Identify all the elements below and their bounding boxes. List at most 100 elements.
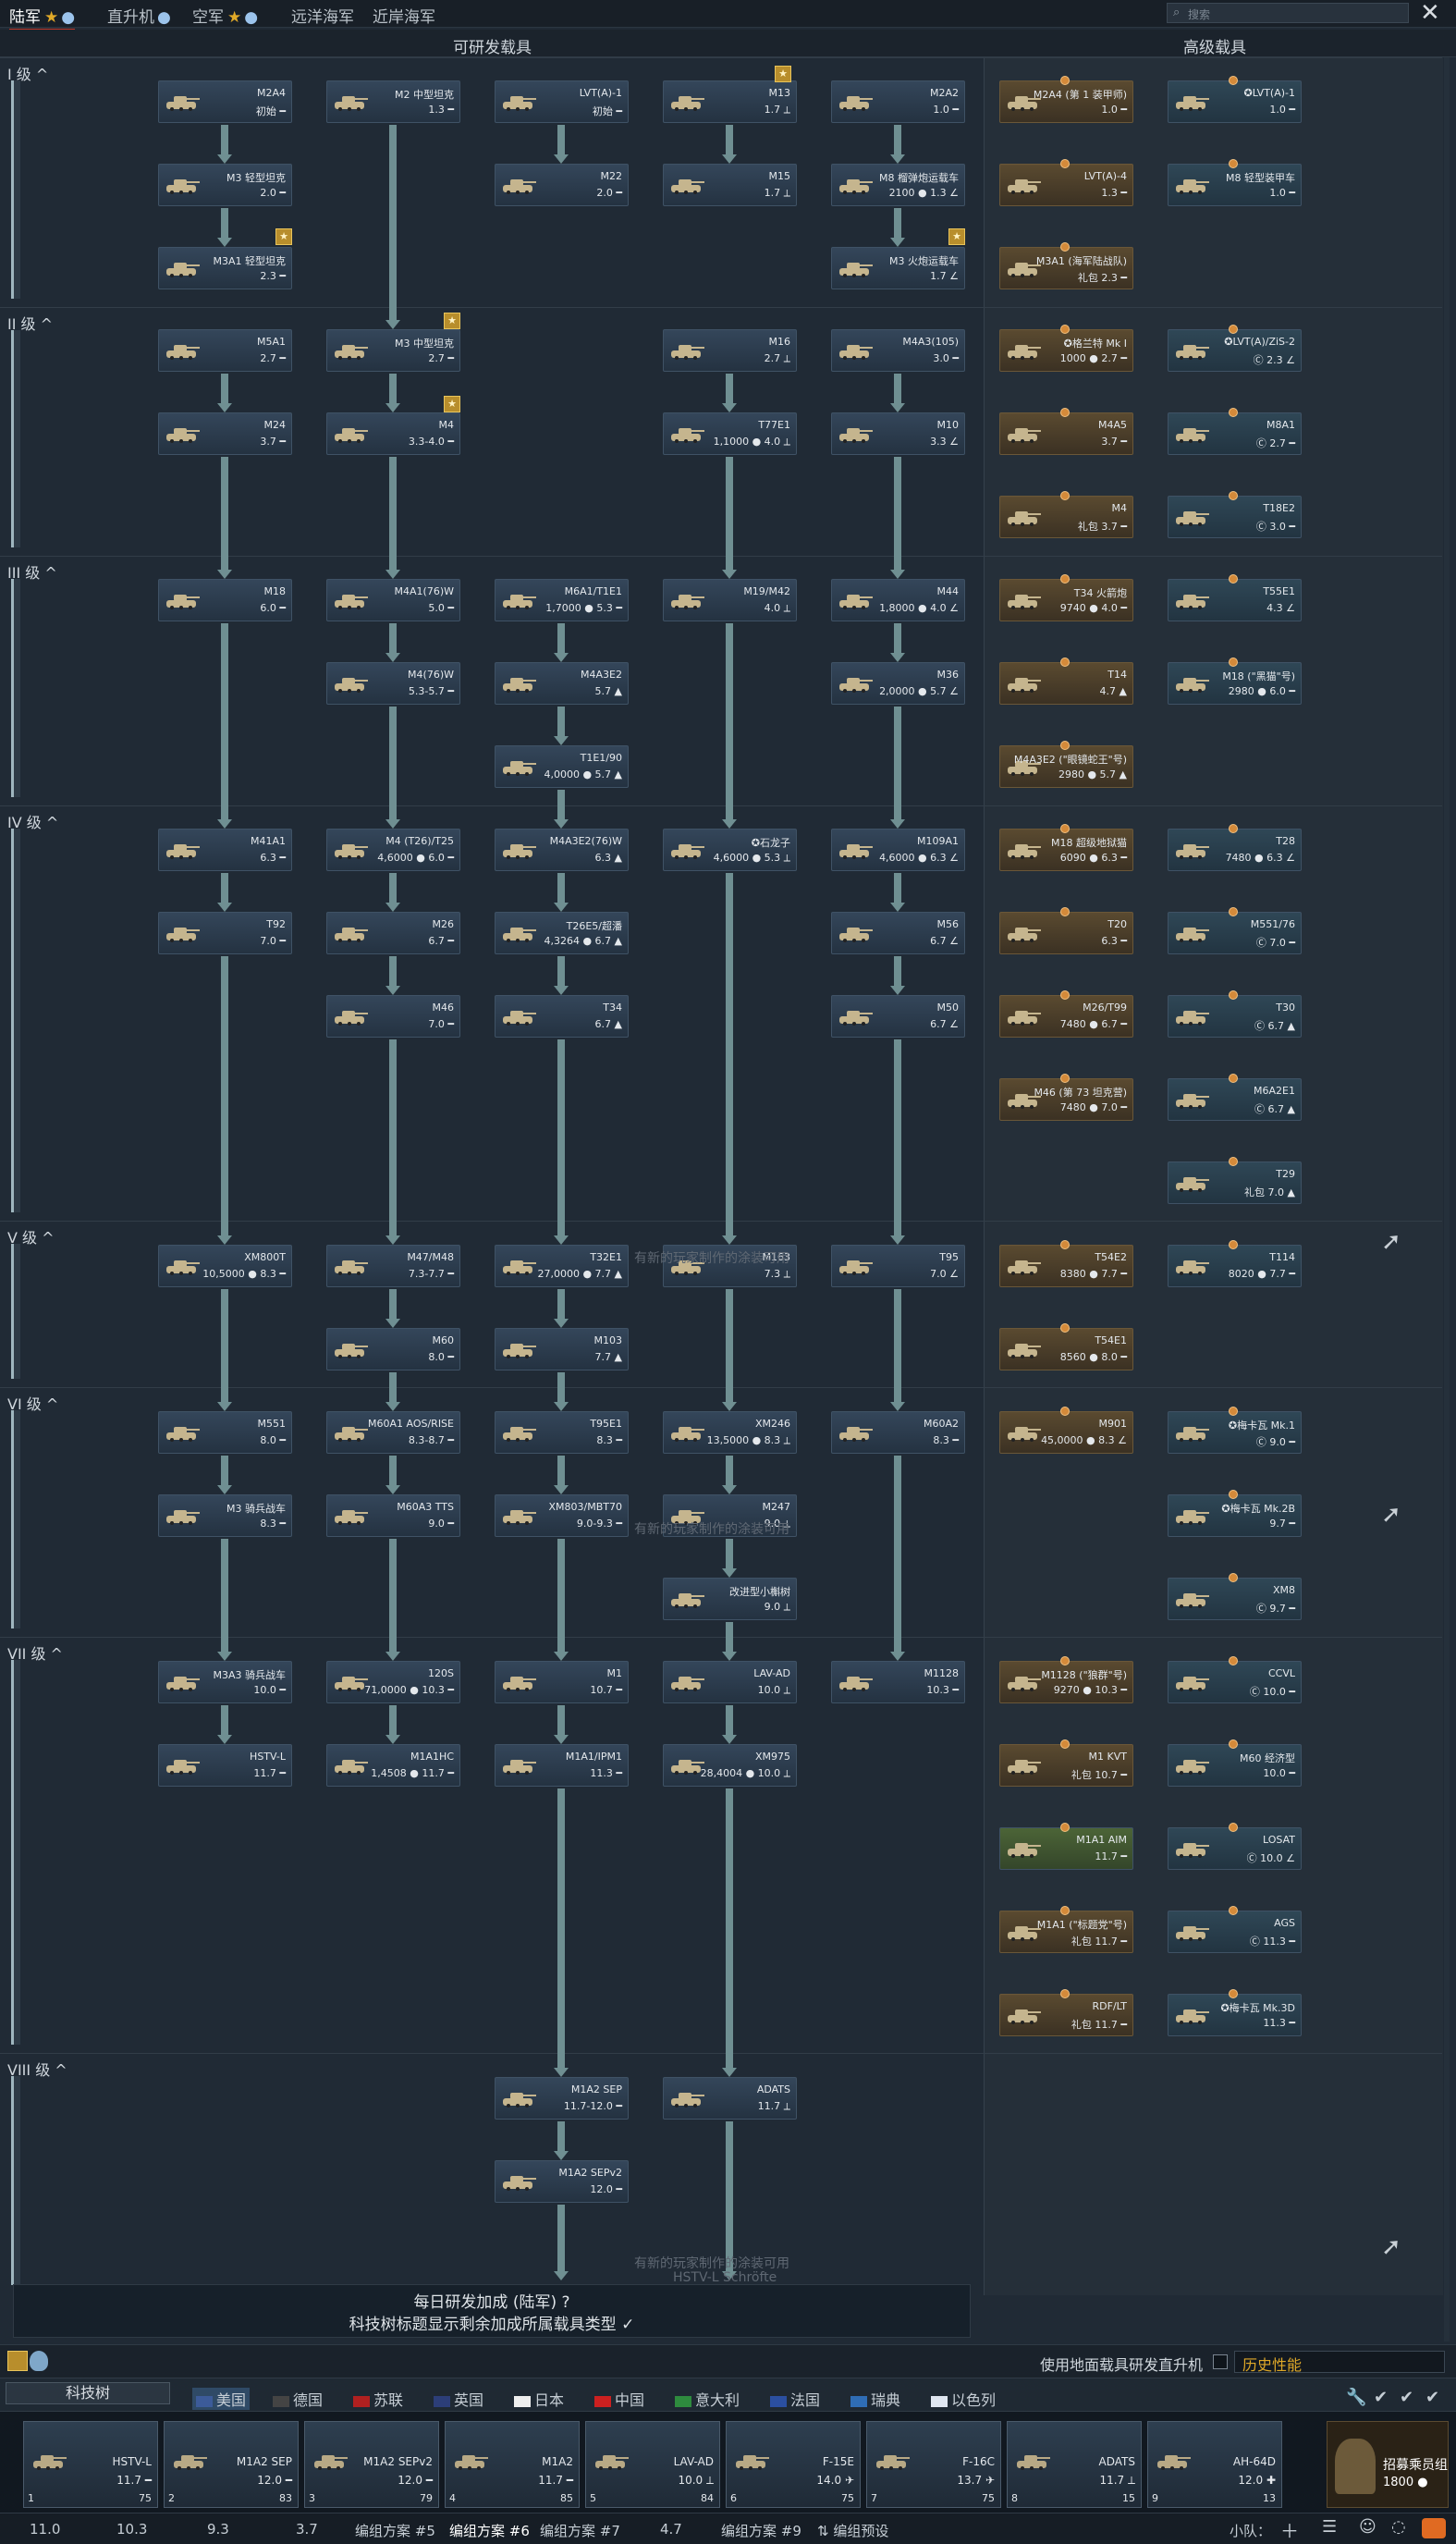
vehicle-card[interactable]: M3A1 (海军陆战队) 礼包 2.3 ━ bbox=[999, 247, 1133, 289]
vehicle-card[interactable]: M551/76 Ⓒ 7.0 ━ bbox=[1168, 912, 1302, 954]
vehicle-card[interactable]: T18E2 Ⓒ 3.0 ━ bbox=[1168, 496, 1302, 538]
vehicle-card[interactable]: M1A1HC 1,4508 ● 11.7 ━ bbox=[326, 1744, 460, 1787]
performance-select[interactable]: 历史性能 bbox=[1234, 2351, 1445, 2374]
close-icon[interactable]: ✕ bbox=[1420, 0, 1440, 27]
vehicle-card[interactable]: M60 8.0 ━ bbox=[326, 1328, 460, 1370]
vehicle-card[interactable]: ✪梅卡瓦 Mk.2B 9.7 ━ bbox=[1168, 1494, 1302, 1537]
vehicle-card[interactable]: AGS Ⓒ 11.3 ━ bbox=[1168, 1911, 1302, 1953]
vehicle-card[interactable]: M3A1 轻型坦克 2.3 ━ bbox=[158, 247, 292, 289]
vehicle-card[interactable]: M2A4 (第 1 装甲师) 1.0 ━ bbox=[999, 80, 1133, 123]
plus-icon[interactable]: ＋ bbox=[1280, 2516, 1299, 2543]
vehicle-card[interactable]: XM975 28,4004 ● 10.0 ⟂ bbox=[663, 1744, 797, 1787]
vehicle-card[interactable]: M1 10.7 ━ bbox=[495, 1661, 629, 1703]
vehicle-card[interactable]: ADATS 11.7 ⟂ bbox=[663, 2077, 797, 2120]
nation-tab[interactable]: 瑞典 bbox=[850, 2388, 900, 2410]
search-input[interactable]: ⌕ 搜索 bbox=[1167, 3, 1409, 23]
nation-tab[interactable]: 中国 bbox=[594, 2388, 644, 2410]
nation-tab[interactable]: 以色列 bbox=[931, 2388, 996, 2410]
vehicle-card[interactable]: T14 4.7 ▲ bbox=[999, 662, 1133, 705]
vehicle-card[interactable]: T95 7.0 ∠ bbox=[831, 1245, 965, 1287]
vehicle-card[interactable]: LOSAT Ⓒ 10.0 ∠ bbox=[1168, 1827, 1302, 1870]
nation-tab[interactable]: 法国 bbox=[770, 2388, 820, 2410]
vehicle-card[interactable]: M8 榴弹炮运载车 2100 ● 1.3 ∠ bbox=[831, 164, 965, 206]
crew-slot[interactable]: M1A2 11.7 ━ 4 85 bbox=[445, 2421, 580, 2508]
preset-tab[interactable]: 4.7 bbox=[660, 2521, 682, 2538]
vehicle-card[interactable]: M6A1/T1E1 1,7000 ● 5.3 ━ bbox=[495, 579, 629, 621]
vehicle-card[interactable]: M1A1 ("标题党"号) 礼包 11.7 ━ bbox=[999, 1911, 1133, 1953]
vehicle-card[interactable]: ✪LVT(A)/ZiS-2 Ⓒ 2.3 ∠ bbox=[1168, 329, 1302, 372]
vehicle-card[interactable]: T95E1 8.3 ━ bbox=[495, 1411, 629, 1454]
vehicle-card[interactable]: M6A2E1 Ⓒ 6.7 ▲ bbox=[1168, 1078, 1302, 1121]
tab-ground[interactable]: 陆军 ★ ● bbox=[9, 4, 76, 31]
crew-slot[interactable]: M1A2 SEPv2 12.0 ━ 3 79 bbox=[304, 2421, 439, 2508]
vehicle-card[interactable]: T20 6.3 ━ bbox=[999, 912, 1133, 954]
vehicle-card[interactable]: T29 礼包 7.0 ▲ bbox=[1168, 1161, 1302, 1204]
preset-tab[interactable]: ⇅ 编组预设 bbox=[817, 2521, 888, 2540]
vehicle-card[interactable]: M3A3 骑兵战车 10.0 ━ bbox=[158, 1661, 292, 1703]
vehicle-card[interactable]: M1A1/IPM1 11.3 ━ bbox=[495, 1744, 629, 1787]
preset-tab[interactable]: 编组方案 #5 bbox=[355, 2521, 435, 2540]
vehicle-card[interactable]: ✪格兰特 Mk I 1000 ● 2.7 ━ bbox=[999, 329, 1133, 372]
vehicle-card[interactable]: M46 7.0 ━ bbox=[326, 995, 460, 1038]
vehicle-card[interactable]: XM803/MBT70 9.0-9.3 ━ bbox=[495, 1494, 629, 1537]
chat-icon[interactable]: ◌ bbox=[1391, 2517, 1406, 2537]
check-icon[interactable]: ✔ bbox=[1425, 2388, 1439, 2407]
vehicle-card[interactable]: M1 KVT 礼包 10.7 ━ bbox=[999, 1744, 1133, 1787]
preset-tab[interactable]: 11.0 bbox=[30, 2521, 60, 2538]
vehicle-card[interactable]: M56 6.7 ∠ bbox=[831, 912, 965, 954]
nation-tab[interactable]: 日本 bbox=[514, 2388, 564, 2410]
vehicle-card[interactable]: M2 中型坦克 1.3 ━ bbox=[326, 80, 460, 123]
vehicle-card[interactable]: M3 轻型坦克 2.0 ━ bbox=[158, 164, 292, 206]
vehicle-card[interactable]: M19/M42 4.0 ⟂ bbox=[663, 579, 797, 621]
crew-slot[interactable]: F-16C 13.7 ✈ 7 75 bbox=[866, 2421, 1001, 2508]
vehicle-card[interactable]: M1A2 SEP 11.7-12.0 ━ bbox=[495, 2077, 629, 2120]
crew-slot[interactable]: M1A2 SEP 12.0 ━ 2 83 bbox=[164, 2421, 299, 2508]
tab-aviation[interactable]: 空军 ★ ● bbox=[192, 4, 258, 27]
nation-tab[interactable]: 美国 bbox=[192, 2388, 251, 2410]
vehicle-card[interactable]: XM8 Ⓒ 9.7 ━ bbox=[1168, 1578, 1302, 1620]
vehicle-card[interactable]: M41A1 6.3 ━ bbox=[158, 829, 292, 871]
vehicle-card[interactable]: M5A1 2.7 ━ bbox=[158, 329, 292, 372]
vehicle-card[interactable]: T54E2 8380 ● 7.7 ━ bbox=[999, 1245, 1133, 1287]
vehicle-card[interactable]: RDF/LT 礼包 11.7 ━ bbox=[999, 1994, 1133, 2036]
vehicle-card[interactable]: M8 轻型装甲车 1.0 ━ bbox=[1168, 164, 1302, 206]
vehicle-card[interactable]: ✪梅卡瓦 Mk.3D 11.3 ━ bbox=[1168, 1994, 1302, 2036]
vehicle-card[interactable]: LVT(A)-1 初始 ━ bbox=[495, 80, 629, 123]
vehicle-card[interactable]: ✪梅卡瓦 Mk.1 Ⓒ 9.0 ━ bbox=[1168, 1411, 1302, 1454]
vehicle-card[interactable]: M4A3E2 5.7 ▲ bbox=[495, 662, 629, 705]
vehicle-card[interactable]: M109A1 4,6000 ● 6.3 ∠ bbox=[831, 829, 965, 871]
vehicle-card[interactable]: M4 礼包 3.7 ━ bbox=[999, 496, 1133, 538]
friends-icon[interactable]: ☺ bbox=[1359, 2517, 1376, 2537]
vehicle-card[interactable]: M1128 10.3 ━ bbox=[831, 1661, 965, 1703]
vehicle-card[interactable]: XM800T 10,5000 ● 8.3 ━ bbox=[158, 1245, 292, 1287]
vehicle-card[interactable]: M3 骑兵战车 8.3 ━ bbox=[158, 1494, 292, 1537]
vehicle-card[interactable]: CCVL Ⓒ 10.0 ━ bbox=[1168, 1661, 1302, 1703]
check-icon[interactable]: ✔ bbox=[1374, 2388, 1388, 2407]
vehicle-card[interactable]: M60 经济型 10.0 ━ bbox=[1168, 1744, 1302, 1787]
crew-slot[interactable]: LAV-AD 10.0 ⟂ 5 84 bbox=[585, 2421, 720, 2508]
preset-tab[interactable]: 3.7 bbox=[296, 2521, 318, 2538]
vehicle-card[interactable]: M46 (第 73 坦克营) 7480 ● 7.0 ━ bbox=[999, 1078, 1133, 1121]
vehicle-card[interactable]: ✪LVT(A)-1 1.0 ━ bbox=[1168, 80, 1302, 123]
vehicle-card[interactable]: M1128 ("狼群"号) 9270 ● 10.3 ━ bbox=[999, 1661, 1133, 1703]
check-icon[interactable]: ✔ bbox=[1400, 2388, 1413, 2407]
crew-slot[interactable]: HSTV-L 11.7 ━ 1 75 bbox=[23, 2421, 158, 2508]
list-icon[interactable]: ☰ bbox=[1322, 2517, 1337, 2537]
vehicle-card[interactable]: M2A4 初始 ━ bbox=[158, 80, 292, 123]
scrollbar[interactable] bbox=[1444, 57, 1450, 2341]
vehicle-card[interactable]: M103 7.7 ▲ bbox=[495, 1328, 629, 1370]
heli-research-checkbox[interactable] bbox=[1213, 2354, 1228, 2369]
vehicle-card[interactable]: T77E1 1,1000 ● 4.0 ⟂ bbox=[663, 412, 797, 455]
vehicle-card[interactable]: M44 1,8000 ● 4.0 ∠ bbox=[831, 579, 965, 621]
vehicle-card[interactable]: M8A1 Ⓒ 2.7 ━ bbox=[1168, 412, 1302, 455]
vehicle-card[interactable]: M22 2.0 ━ bbox=[495, 164, 629, 206]
vehicle-card[interactable]: M60A3 TTS 9.0 ━ bbox=[326, 1494, 460, 1537]
crew-slot[interactable]: ADATS 11.7 ⟂ 8 15 bbox=[1007, 2421, 1142, 2508]
preset-tab[interactable]: 编组方案 #6 bbox=[449, 2521, 530, 2540]
vehicle-card[interactable]: M18 6.0 ━ bbox=[158, 579, 292, 621]
vehicle-card[interactable]: LVT(A)-4 1.3 ━ bbox=[999, 164, 1133, 206]
tab-bluewater[interactable]: 远洋海军 bbox=[291, 4, 354, 27]
vehicle-card[interactable]: T32E1 27,0000 ● 7.7 ▲ bbox=[495, 1245, 629, 1287]
preset-tab[interactable]: 9.3 bbox=[207, 2521, 229, 2538]
crew-slot[interactable]: F-15E 14.0 ✈ 6 75 bbox=[726, 2421, 861, 2508]
